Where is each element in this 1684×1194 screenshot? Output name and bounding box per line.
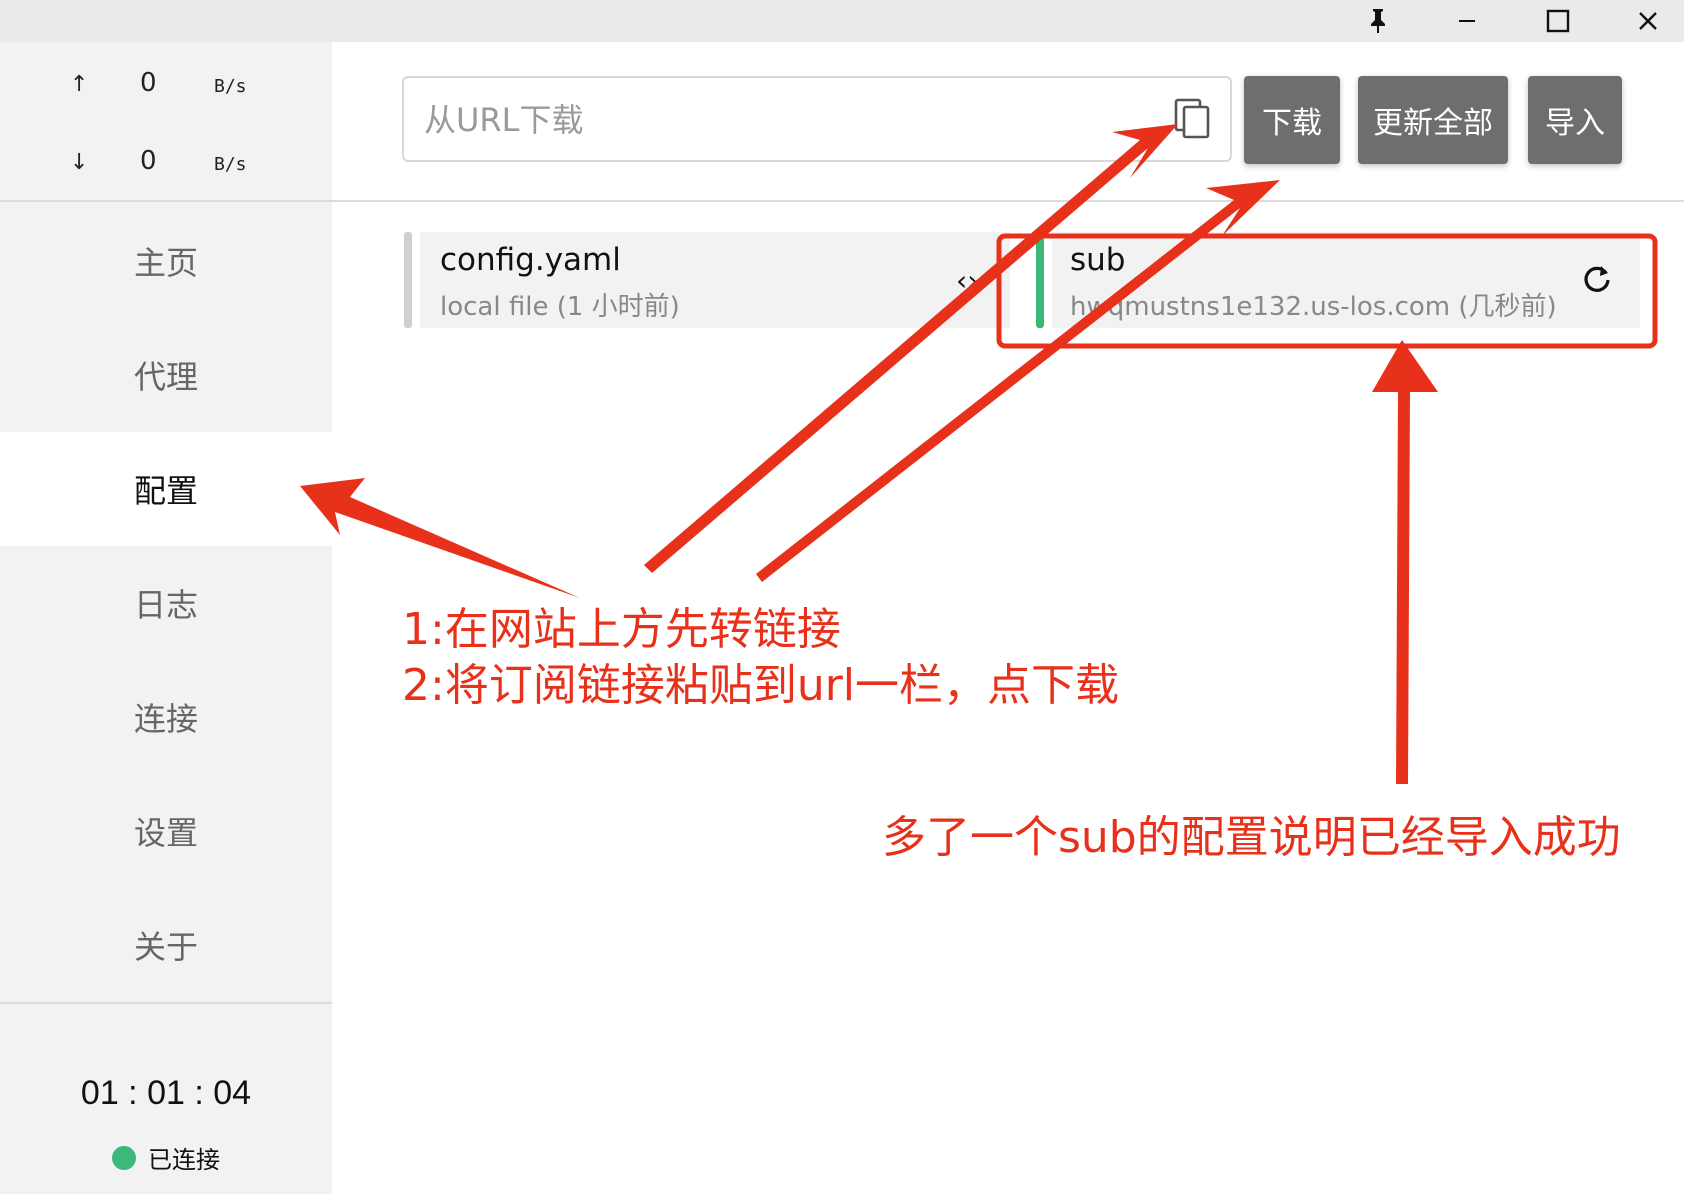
minimize-icon[interactable] [1446, 4, 1490, 38]
paste-icon[interactable] [1172, 98, 1212, 140]
profile-card-config[interactable]: config.yaml local file (1 小时前) ‹› [404, 232, 1010, 328]
profile-meta: hwqmustns1e132.us-los.com (几秒前) [1070, 292, 1557, 322]
nav-item-settings[interactable]: 设置 [0, 774, 332, 888]
download-unit: B/s [214, 154, 247, 175]
nav-label: 连接 [133, 700, 198, 738]
download-arrow-icon: ↓ [70, 150, 89, 175]
maximize-icon[interactable] [1536, 4, 1580, 38]
close-icon[interactable] [1626, 4, 1670, 38]
sidebar: ↑ 0 B/s ↓ 0 B/s 主页 代理 配置 日志 连接 设置 关于 01 … [0, 42, 332, 1194]
profile-name: config.yaml [440, 242, 621, 278]
download-speed: ↓ 0 B/s [0, 144, 332, 184]
title-bar [0, 0, 1684, 42]
nav-label: 主页 [133, 244, 198, 282]
annotation-step2: 2:将订阅链接粘贴到url一栏，点下载 [402, 660, 1120, 711]
nav-label: 关于 [133, 928, 198, 966]
nav-label: 日志 [133, 586, 198, 624]
code-icon[interactable]: ‹› [956, 264, 978, 297]
arrow-to-paste [644, 124, 1178, 573]
annotation-step1: 1:在网站上方先转链接 [402, 604, 841, 655]
annotation-result: 多了一个sub的配置说明已经导入成功 [882, 812, 1621, 863]
uptime-clock: 01 : 01 : 04 [80, 1074, 252, 1112]
import-button[interactable]: 导入 [1528, 76, 1622, 164]
update-all-button[interactable]: 更新全部 [1358, 76, 1508, 164]
refresh-icon[interactable] [1582, 264, 1612, 294]
profile-meta: local file (1 小时前) [440, 292, 680, 322]
download-button[interactable]: 下载 [1244, 76, 1340, 164]
download-value: 0 [140, 146, 157, 176]
upload-speed: ↑ 0 B/s [0, 66, 332, 106]
status-text: 已连接 [148, 1146, 220, 1174]
nav-item-proxy[interactable]: 代理 [0, 318, 332, 432]
profile-indicator [404, 232, 412, 328]
upload-arrow-icon: ↑ [70, 72, 89, 97]
upload-value: 0 [140, 68, 157, 98]
url-input[interactable] [422, 78, 1166, 162]
url-field [402, 76, 1232, 162]
profile-name: sub [1070, 242, 1126, 278]
nav-label: 设置 [133, 814, 198, 852]
nav-item-connections[interactable]: 连接 [0, 660, 332, 774]
profile-indicator [1036, 232, 1044, 328]
arrow-to-profiles [300, 478, 580, 598]
pin-icon[interactable] [1356, 4, 1400, 38]
sidebar-divider [0, 1002, 332, 1004]
upload-unit: B/s [214, 76, 247, 97]
connection-status: 已连接 [0, 1140, 332, 1175]
status-dot-icon [112, 1145, 136, 1170]
nav-label: 代理 [133, 358, 198, 396]
profile-card-sub[interactable]: sub hwqmustns1e132.us-los.com (几秒前) [1036, 232, 1640, 328]
toolbar-divider [332, 200, 1684, 202]
nav-item-profiles[interactable]: 配置 [0, 432, 332, 546]
nav-label: 配置 [133, 472, 198, 510]
nav-item-home[interactable]: 主页 [0, 204, 332, 318]
sidebar-divider [0, 200, 332, 202]
arrow-to-sub-card [1372, 340, 1438, 784]
nav-item-logs[interactable]: 日志 [0, 546, 332, 660]
nav-item-about[interactable]: 关于 [0, 888, 332, 1002]
traffic-stats: ↑ 0 B/s ↓ 0 B/s [0, 42, 332, 200]
